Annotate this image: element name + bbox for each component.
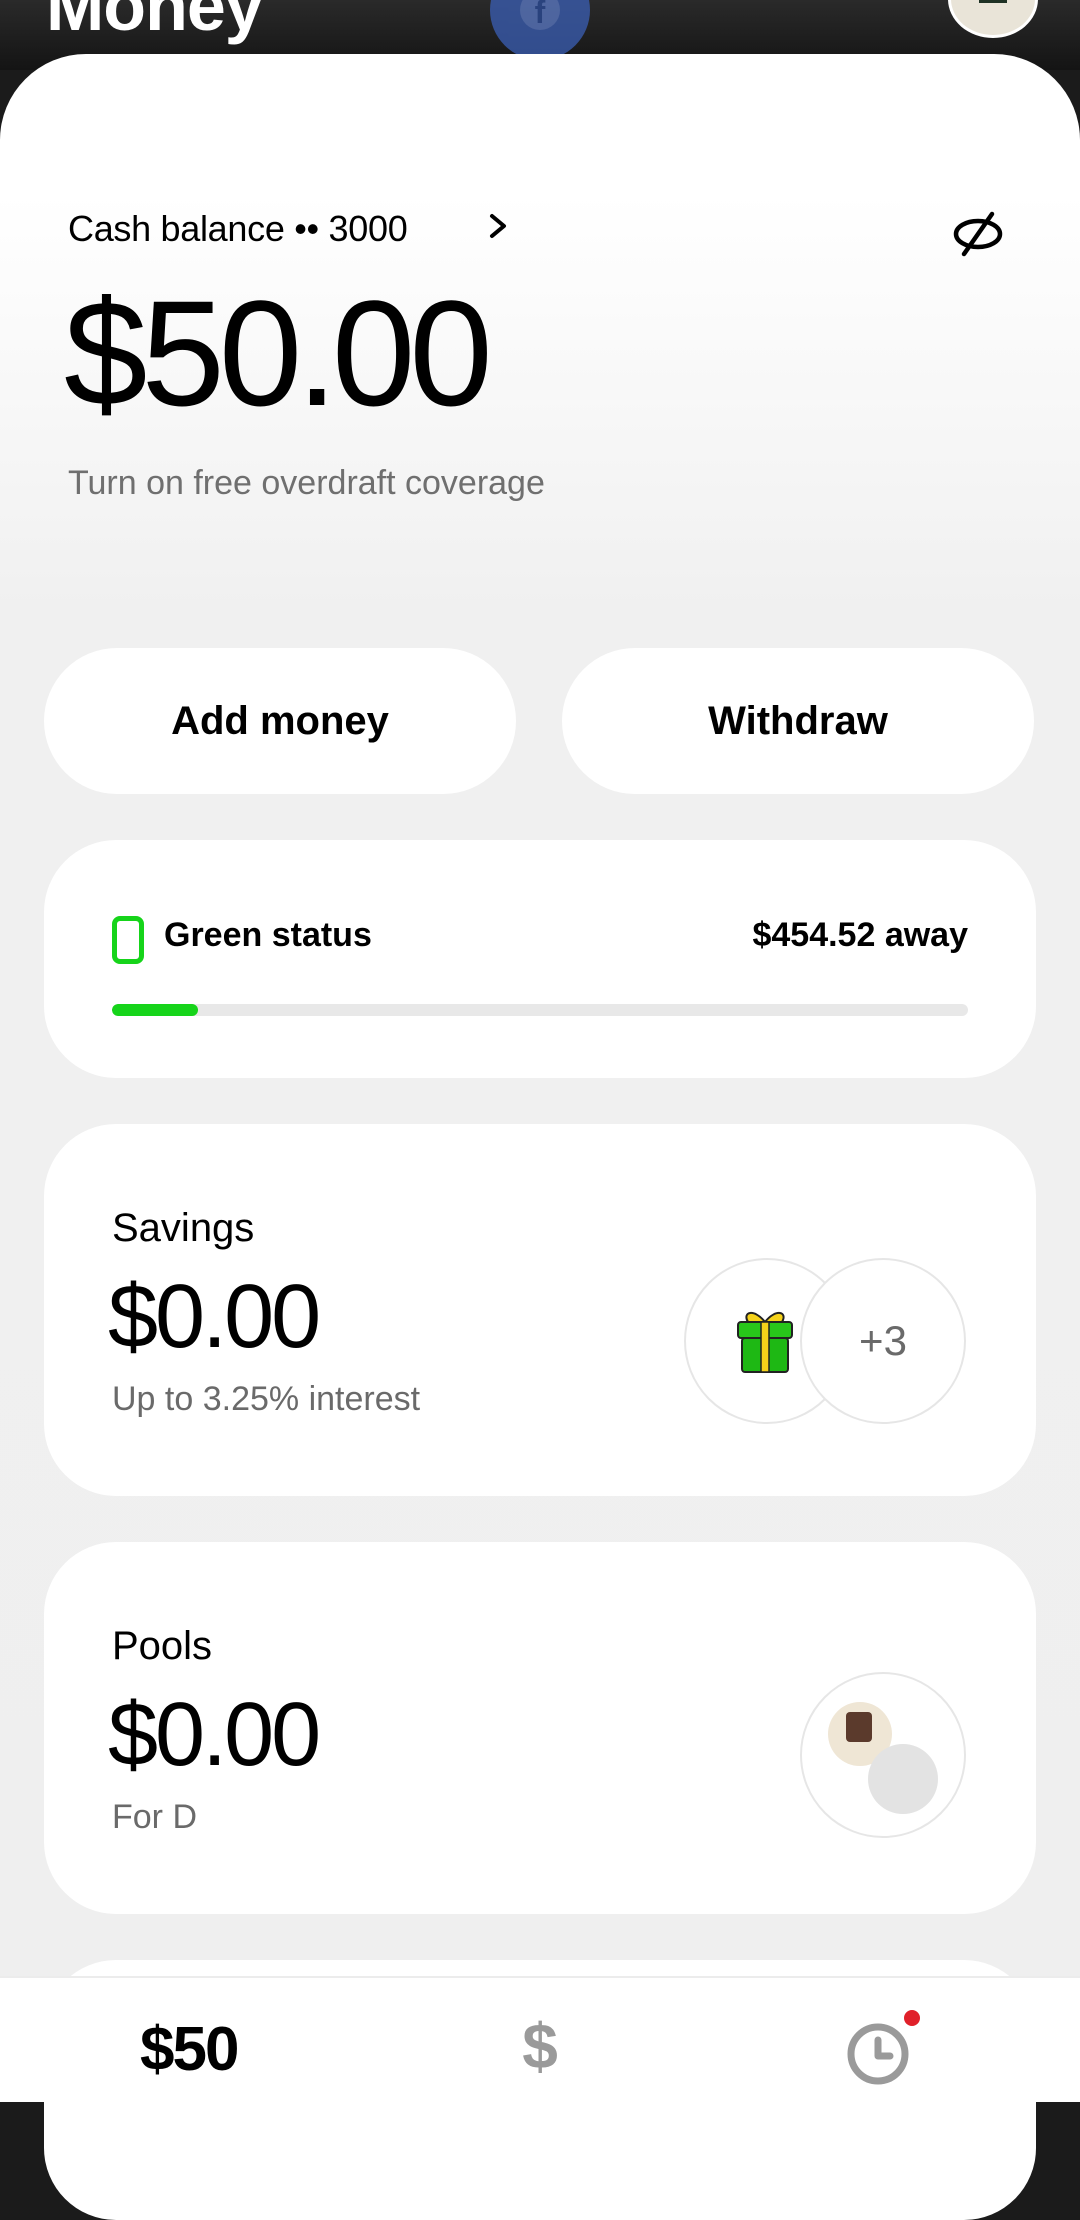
savings-card[interactable]: Savings $0.00 Up to 3.25% interest +3 bbox=[44, 1124, 1036, 1496]
savings-interest: Up to 3.25% interest bbox=[112, 1380, 421, 1418]
pool-placeholder-avatar bbox=[868, 1744, 938, 1814]
green-status-card[interactable]: Green status $454.52 away bbox=[44, 840, 1036, 1078]
profile-avatar[interactable] bbox=[948, 0, 1038, 38]
clock-icon[interactable] bbox=[844, 2016, 916, 2088]
savings-title: Savings bbox=[112, 1206, 255, 1250]
pools-subtitle: For D bbox=[112, 1798, 197, 1836]
bottom-navigation: $50 $ bbox=[0, 1976, 1080, 2102]
withdraw-button[interactable]: Withdraw bbox=[562, 648, 1034, 794]
hide-balance-eye-icon[interactable] bbox=[948, 206, 1008, 262]
savings-amount: $0.00 bbox=[108, 1267, 321, 1367]
cash-balance-amount: $50.00 bbox=[64, 269, 493, 437]
pool-avatar-circle[interactable] bbox=[800, 1672, 966, 1838]
status-progress-fill bbox=[112, 1004, 198, 1016]
savings-more-count[interactable]: +3 bbox=[800, 1258, 966, 1424]
overdraft-link[interactable]: Turn on free overdraft coverage bbox=[68, 464, 545, 503]
pools-title: Pools bbox=[112, 1624, 213, 1668]
cash-balance-label[interactable]: Cash balance •• 3000 bbox=[68, 208, 408, 250]
status-away-amount: $454.52 away bbox=[752, 916, 968, 954]
pools-card[interactable]: Pools $0.00 For D bbox=[44, 1542, 1036, 1914]
gift-icon bbox=[737, 1312, 793, 1373]
search-icon[interactable] bbox=[815, 0, 863, 10]
money-sheet: Cash balance •• 3000 $50.00 Turn on free… bbox=[0, 54, 1080, 2220]
status-progress-track bbox=[112, 1004, 968, 1016]
status-label: Green status bbox=[164, 916, 372, 954]
dollar-icon[interactable]: $ bbox=[514, 2010, 566, 2078]
status-badge-icon bbox=[112, 916, 144, 964]
pools-amount: $0.00 bbox=[108, 1685, 321, 1785]
svg-text:$: $ bbox=[522, 2010, 558, 2078]
facebook-chat-bubble-icon[interactable]: f bbox=[490, 0, 590, 60]
add-money-button[interactable]: Add money bbox=[44, 648, 516, 794]
chevron-right-icon[interactable] bbox=[484, 206, 514, 246]
page-title: Money bbox=[46, 0, 264, 45]
notification-dot bbox=[904, 2010, 920, 2026]
tab-money[interactable]: $50 bbox=[140, 2014, 239, 2085]
